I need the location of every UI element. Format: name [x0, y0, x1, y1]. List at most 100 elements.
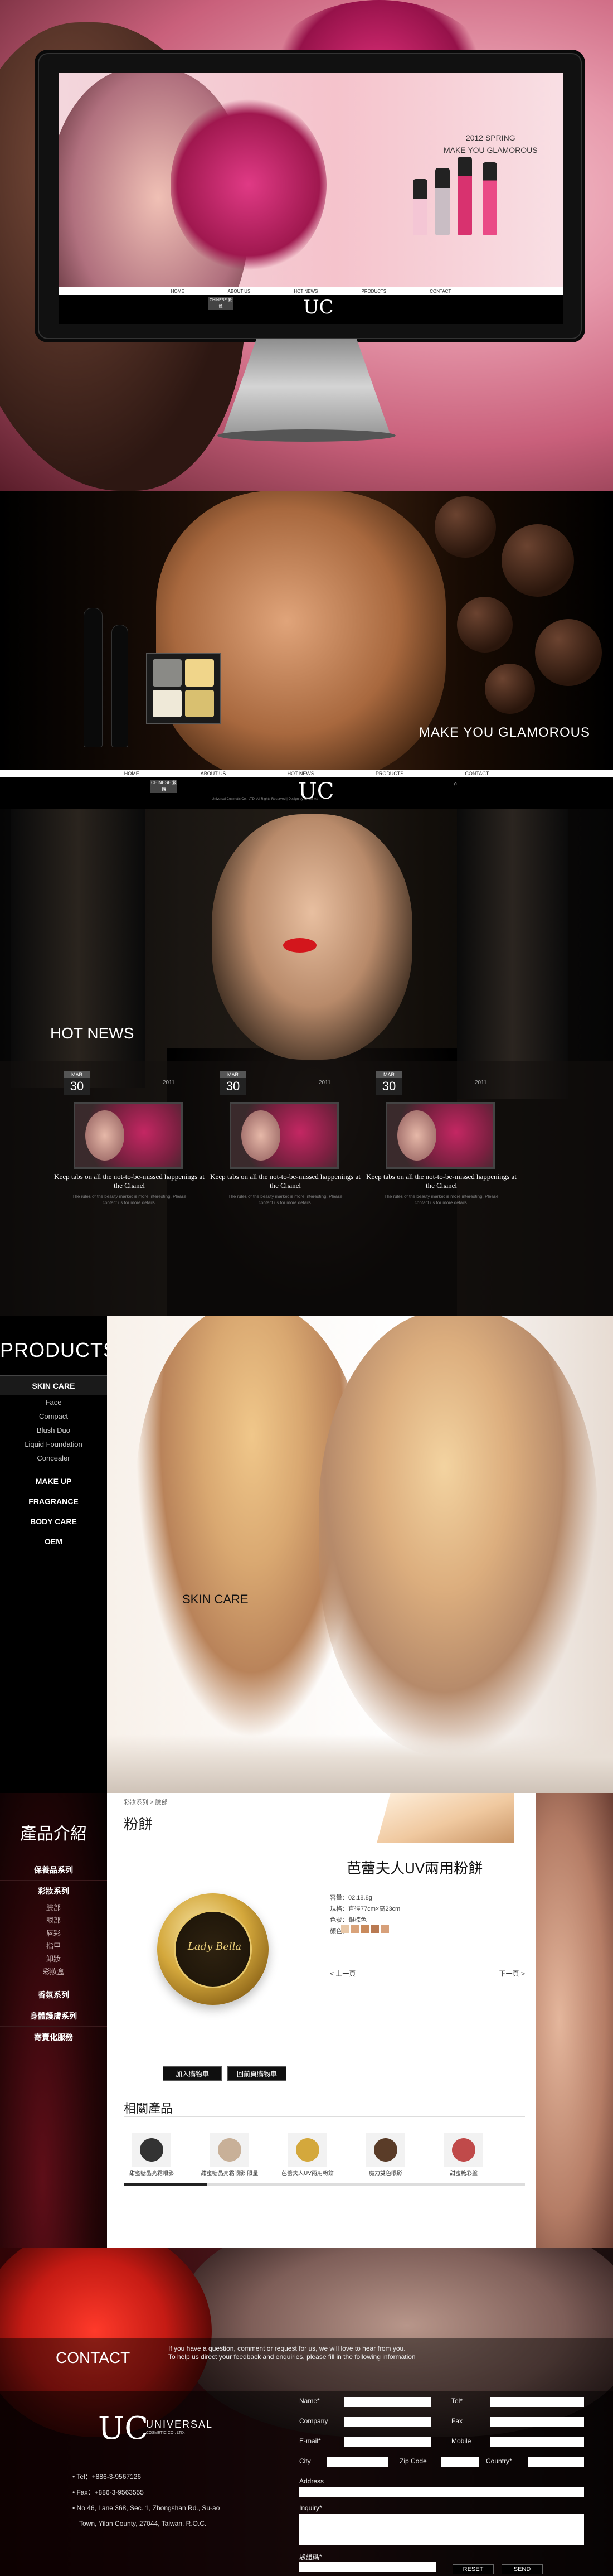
- lipgloss-tube: [458, 157, 472, 235]
- news-card[interactable]: MAR 30 2011 Keep tabs on all the not-to-…: [363, 1071, 519, 1205]
- color-swatch[interactable]: [351, 1925, 359, 1933]
- mobile-field[interactable]: [490, 2437, 584, 2447]
- screen-nav-about[interactable]: ABOUT US: [228, 289, 251, 294]
- news-card[interactable]: MAR 30 2011 Keep tabs on all the not-to-…: [51, 1071, 207, 1205]
- detail-menu-makeup[interactable]: 彩妝系列: [0, 1880, 107, 1901]
- nav-contact[interactable]: CONTACT: [465, 771, 489, 776]
- related-label[interactable]: 甜蜜糖晶亮霜眼影: [113, 2170, 191, 2177]
- breadcrumb[interactable]: 彩妝系列 > 臉部: [124, 1797, 168, 1806]
- screen-tagline: 2012 SPRING MAKE YOU GLAMOROUS: [444, 132, 538, 156]
- nav-news[interactable]: HOT NEWS: [288, 771, 314, 776]
- detail-submenu-face[interactable]: 臉部: [0, 1901, 107, 1914]
- detail-menu-fragrance[interactable]: 香氛系列: [0, 1984, 107, 2005]
- submenu-liquid-foundation[interactable]: Liquid Foundation: [0, 1437, 107, 1451]
- label-zip: Zip Code: [400, 2457, 427, 2465]
- screen-language-button[interactable]: CHINESE 繁體: [208, 297, 233, 310]
- related-label[interactable]: 甜蜜糖晶亮霜眼影 限量: [191, 2170, 269, 2177]
- news-thumbnail[interactable]: [74, 1102, 183, 1169]
- screen-nav-products[interactable]: PRODUCTS: [361, 289, 386, 294]
- news-year: 2011: [163, 1080, 175, 1086]
- related-item[interactable]: 甜蜜糖彩盤: [425, 2133, 503, 2177]
- company-field[interactable]: [344, 2417, 431, 2427]
- fax-line: • Fax：+886-3-9563555: [72, 2488, 144, 2496]
- inquiry-field[interactable]: [299, 2514, 584, 2545]
- news-thumbnail[interactable]: [386, 1102, 495, 1169]
- related-item[interactable]: 魔力雙色眼影: [347, 2133, 425, 2177]
- compact-brand: Lady Bella: [187, 1941, 242, 1952]
- color-swatch[interactable]: [371, 1925, 379, 1933]
- next-link[interactable]: 下一頁 >: [499, 1969, 525, 1978]
- screen-footer-bar: CHINESE 繁體 UC: [59, 295, 563, 324]
- prev-link[interactable]: < 上一頁: [330, 1970, 356, 1978]
- related-label[interactable]: 芭蕾夫人UV兩用粉餅: [269, 2170, 347, 2177]
- search-icon[interactable]: ⌕: [454, 780, 458, 788]
- related-label[interactable]: 魔力雙色眼影: [347, 2170, 425, 2177]
- name-field[interactable]: [344, 2397, 431, 2407]
- related-item[interactable]: 甜蜜糖晶亮霜眼影: [113, 2133, 191, 2177]
- detail-menu-bodycare[interactable]: 身體護膚系列: [0, 2005, 107, 2026]
- label-captcha: 驗證碼*: [299, 2553, 322, 2561]
- news-headline[interactable]: Keep tabs on all the not-to-be-missed ha…: [363, 1172, 519, 1190]
- screen-logo[interactable]: UC: [303, 296, 334, 318]
- fax-field[interactable]: [490, 2417, 584, 2427]
- detail-menu-consign[interactable]: 寄賣化服務: [0, 2026, 107, 2047]
- related-item[interactable]: 芭蕾夫人UV兩用粉餅: [269, 2133, 347, 2177]
- add-to-cart-button[interactable]: 加入購物車: [163, 2066, 222, 2081]
- screen-nav-home[interactable]: HOME: [171, 289, 184, 294]
- nav-home[interactable]: HOME: [124, 771, 139, 776]
- related-image[interactable]: [210, 2133, 249, 2167]
- news-thumbnail[interactable]: [230, 1102, 339, 1169]
- spec-shade: 色號：銀棕色: [330, 1917, 367, 1923]
- submenu-blush-duo[interactable]: Blush Duo: [0, 1423, 107, 1437]
- related-scrollbar[interactable]: [124, 2183, 525, 2186]
- related-image[interactable]: [444, 2133, 483, 2167]
- menu-oem[interactable]: OEM: [0, 1531, 107, 1551]
- monitor-screen: 2012 SPRING MAKE YOU GLAMOROUS HOME ABOU…: [59, 73, 563, 324]
- country-field[interactable]: [528, 2457, 584, 2467]
- captcha-field[interactable]: [299, 2562, 436, 2572]
- lipgloss-tube: [435, 168, 450, 235]
- eyeshadow-palette: [146, 653, 221, 724]
- menu-make-up[interactable]: MAKE UP: [0, 1471, 107, 1491]
- menu-fragrance[interactable]: FRAGRANCE: [0, 1491, 107, 1511]
- red-lips: [283, 938, 317, 953]
- related-image[interactable]: [132, 2133, 171, 2167]
- color-swatch[interactable]: [381, 1925, 389, 1933]
- nav-products[interactable]: PRODUCTS: [376, 771, 404, 776]
- email-field[interactable]: [344, 2437, 431, 2447]
- detail-submenu-eye[interactable]: 眼部: [0, 1914, 107, 1927]
- send-button[interactable]: SEND: [502, 2564, 543, 2574]
- scrollbar-thumb[interactable]: [124, 2183, 207, 2186]
- detail-menu-skincare[interactable]: 保養品系列: [0, 1859, 107, 1880]
- nav-about[interactable]: ABOUT US: [201, 771, 226, 776]
- zip-field[interactable]: [441, 2457, 479, 2467]
- detail-submenu-lip[interactable]: 唇彩: [0, 1927, 107, 1940]
- language-button[interactable]: CHINESE 繁體: [150, 780, 177, 793]
- menu-body-care[interactable]: BODY CARE: [0, 1511, 107, 1531]
- detail-submenu-nail[interactable]: 指甲: [0, 1940, 107, 1952]
- detail-submenu-palette[interactable]: 彩妝盒: [0, 1965, 107, 1978]
- menu-skin-care[interactable]: SKIN CARE: [0, 1375, 107, 1395]
- submenu-compact[interactable]: Compact: [0, 1409, 107, 1423]
- screen-nav-contact[interactable]: CONTACT: [430, 289, 451, 294]
- detail-submenu-remover[interactable]: 卸妝: [0, 1952, 107, 1965]
- back-to-cart-button[interactable]: 回前頁購物車: [227, 2066, 286, 2081]
- date-day: 30: [64, 1078, 90, 1095]
- city-field[interactable]: [327, 2457, 388, 2467]
- reset-button[interactable]: RESET: [453, 2564, 494, 2574]
- tel-field[interactable]: [490, 2397, 584, 2407]
- related-item[interactable]: 甜蜜糖晶亮霜眼影 限量: [191, 2133, 269, 2177]
- color-swatch[interactable]: [361, 1925, 369, 1933]
- screen-nav-news[interactable]: HOT NEWS: [294, 289, 318, 294]
- address-field[interactable]: [299, 2487, 584, 2497]
- news-card[interactable]: MAR 30 2011 Keep tabs on all the not-to-…: [207, 1071, 363, 1205]
- detail-sidebar-title: 產品介紹: [20, 1824, 87, 1844]
- color-swatch[interactable]: [341, 1925, 349, 1933]
- submenu-face[interactable]: Face: [0, 1395, 107, 1409]
- submenu-concealer[interactable]: Concealer: [0, 1451, 107, 1465]
- related-image[interactable]: [366, 2133, 405, 2167]
- related-label[interactable]: 甜蜜糖彩盤: [425, 2170, 503, 2177]
- news-headline[interactable]: Keep tabs on all the not-to-be-missed ha…: [51, 1172, 207, 1190]
- news-headline[interactable]: Keep tabs on all the not-to-be-missed ha…: [207, 1172, 363, 1190]
- related-image[interactable]: [288, 2133, 327, 2167]
